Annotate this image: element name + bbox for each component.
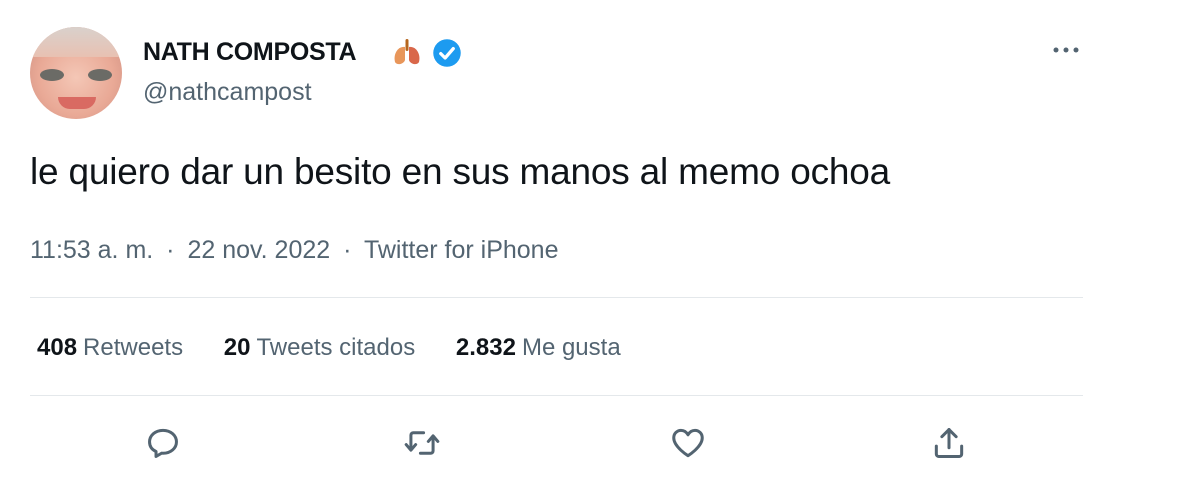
likes-stat[interactable]: 2.832 Me gusta: [456, 334, 621, 362]
tweet-date[interactable]: 22 nov. 2022: [187, 236, 330, 264]
author-handle[interactable]: @nathcampost: [143, 78, 312, 107]
like-icon: [672, 428, 704, 458]
avatar-eye-right: [88, 69, 112, 81]
retweet-button[interactable]: [403, 424, 441, 462]
share-icon: [934, 428, 964, 458]
likes-count: 2.832: [455, 334, 516, 361]
quotes-label: Tweets citados: [256, 334, 416, 361]
reply-button[interactable]: [144, 424, 182, 462]
retweets-label: Retweets: [83, 334, 184, 361]
retweets-count: 408: [37, 334, 78, 361]
retweet-icon: [404, 431, 440, 455]
tweet-card: NATH COMPOSTA @nathcampost le quiero dar…: [0, 0, 1200, 491]
author-name[interactable]: NATH COMPOSTA: [143, 38, 357, 67]
quotes-count: 20: [223, 334, 251, 361]
reply-icon: [148, 428, 178, 458]
quotes-stat[interactable]: 20 Tweets citados: [224, 334, 415, 362]
more-options-icon[interactable]: [1046, 38, 1086, 62]
divider: [30, 395, 1083, 396]
tweet-time[interactable]: 11:53 a. m.: [30, 236, 153, 264]
meta-separator: ·: [166, 236, 175, 264]
tweet-meta: 11:53 a. m. · 22 nov. 2022 · Twitter for…: [30, 236, 558, 265]
tweet-stats: 408 Retweets 20 Tweets citados 2.832 Me gus…: [37, 334, 655, 362]
tweet-source[interactable]: Twitter for iPhone: [364, 236, 559, 264]
divider: [30, 297, 1083, 298]
avatar-hair: [30, 27, 122, 57]
retweets-stat[interactable]: 408 Retweets: [37, 334, 183, 362]
avatar[interactable]: [30, 27, 122, 119]
avatar-eye-left: [40, 69, 64, 81]
tweet-text: le quiero dar un besito en sus manos al …: [30, 151, 891, 192]
meta-separator: ·: [343, 236, 352, 264]
avatar-mouth: [58, 97, 96, 109]
likes-label: Me gusta: [521, 334, 621, 361]
share-button[interactable]: [930, 424, 968, 462]
verified-badge-icon: [433, 39, 461, 67]
like-button[interactable]: [669, 424, 707, 462]
lungs-emoji-icon: [394, 39, 420, 65]
